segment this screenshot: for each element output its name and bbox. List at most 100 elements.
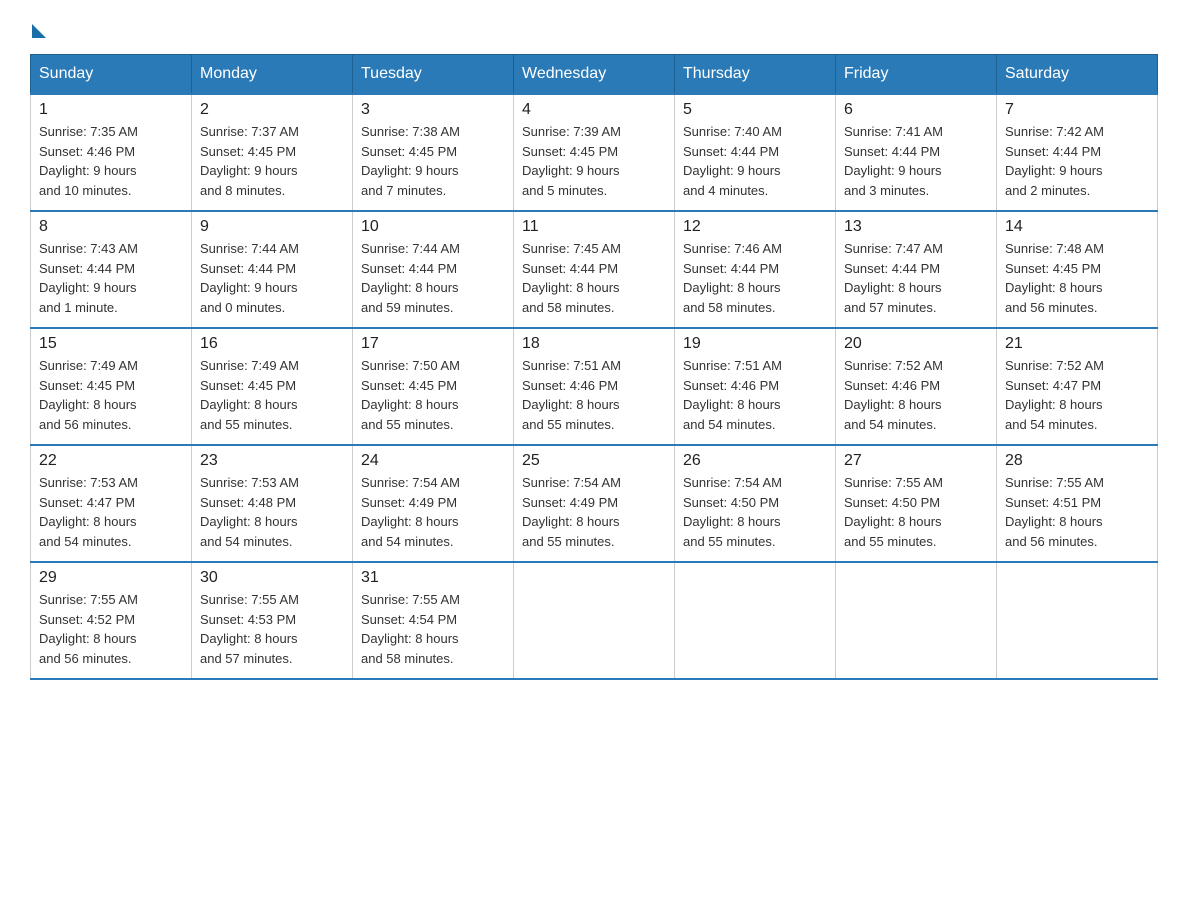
day-number: 17 <box>361 335 505 353</box>
day-info: Sunrise: 7:55 AMSunset: 4:54 PMDaylight:… <box>361 590 505 668</box>
calendar-cell: 17Sunrise: 7:50 AMSunset: 4:45 PMDayligh… <box>353 328 514 445</box>
day-info: Sunrise: 7:55 AMSunset: 4:51 PMDaylight:… <box>1005 473 1149 551</box>
day-info: Sunrise: 7:54 AMSunset: 4:49 PMDaylight:… <box>522 473 666 551</box>
day-number: 3 <box>361 101 505 119</box>
day-number: 22 <box>39 452 183 470</box>
day-number: 2 <box>200 101 344 119</box>
calendar-cell: 22 Sunrise: 7:53 AMSunset: 4:47 PMDayligh… <box>31 445 192 562</box>
day-number: 30 <box>200 569 344 587</box>
day-number: 6 <box>844 101 988 119</box>
day-info: Sunrise: 7:47 AMSunset: 4:44 PMDaylight:… <box>844 239 988 317</box>
day-info: Sunrise: 7:55 AMSunset: 4:53 PMDaylight:… <box>200 590 344 668</box>
calendar-cell: 11 Sunrise: 7:45 AMSunset: 4:44 PMDayligh… <box>514 211 675 328</box>
day-number: 29 <box>39 569 183 587</box>
day-info: Sunrise: 7:53 AMSunset: 4:47 PMDaylight:… <box>39 473 183 551</box>
day-number: 13 <box>844 218 988 236</box>
logo <box>30 20 46 34</box>
calendar-cell: 8 Sunrise: 7:43 AMSunset: 4:44 PMDaylight… <box>31 211 192 328</box>
day-number: 16 <box>200 335 344 353</box>
day-info: Sunrise: 7:38 AMSunset: 4:45 PMDaylight:… <box>361 122 505 200</box>
day-info: Sunrise: 7:48 AMSunset: 4:45 PMDaylight:… <box>1005 239 1149 317</box>
day-number: 14 <box>1005 218 1149 236</box>
calendar-cell: 31 Sunrise: 7:55 AMSunset: 4:54 PMDayligh… <box>353 562 514 679</box>
day-number: 28 <box>1005 452 1149 470</box>
calendar-cell: 6 Sunrise: 7:41 AMSunset: 4:44 PMDaylight… <box>836 94 997 211</box>
day-number: 18 <box>522 335 666 353</box>
day-info: Sunrise: 7:55 AMSunset: 4:52 PMDaylight:… <box>39 590 183 668</box>
day-info: Sunrise: 7:44 AMSunset: 4:44 PMDaylight:… <box>361 239 505 317</box>
day-number: 20 <box>844 335 988 353</box>
calendar-cell: 18Sunrise: 7:51 AMSunset: 4:46 PMDayligh… <box>514 328 675 445</box>
calendar-cell: 13 Sunrise: 7:47 AMSunset: 4:44 PMDayligh… <box>836 211 997 328</box>
day-info: Sunrise: 7:52 AMSunset: 4:47 PMDaylight:… <box>1005 356 1149 434</box>
day-number: 21 <box>1005 335 1149 353</box>
calendar-cell: 21 Sunrise: 7:52 AMSunset: 4:47 PMDayligh… <box>997 328 1158 445</box>
calendar-week-row: 22 Sunrise: 7:53 AMSunset: 4:47 PMDayligh… <box>31 445 1158 562</box>
calendar-cell: 3 Sunrise: 7:38 AMSunset: 4:45 PMDaylight… <box>353 94 514 211</box>
calendar-cell: 29 Sunrise: 7:55 AMSunset: 4:52 PMDayligh… <box>31 562 192 679</box>
day-number: 27 <box>844 452 988 470</box>
day-number: 9 <box>200 218 344 236</box>
day-info: Sunrise: 7:42 AMSunset: 4:44 PMDaylight:… <box>1005 122 1149 200</box>
day-number: 1 <box>39 101 183 119</box>
calendar-cell: 26Sunrise: 7:54 AMSunset: 4:50 PMDayligh… <box>675 445 836 562</box>
day-info: Sunrise: 7:37 AMSunset: 4:45 PMDaylight:… <box>200 122 344 200</box>
page-header <box>30 20 1158 34</box>
day-info: Sunrise: 7:54 AMSunset: 4:49 PMDaylight:… <box>361 473 505 551</box>
day-number: 24 <box>361 452 505 470</box>
day-number: 23 <box>200 452 344 470</box>
calendar-cell: 9Sunrise: 7:44 AMSunset: 4:44 PMDaylight… <box>192 211 353 328</box>
header-sunday: Sunday <box>31 55 192 95</box>
calendar-week-row: 8 Sunrise: 7:43 AMSunset: 4:44 PMDaylight… <box>31 211 1158 328</box>
calendar-week-row: 29 Sunrise: 7:55 AMSunset: 4:52 PMDayligh… <box>31 562 1158 679</box>
calendar-cell: 5Sunrise: 7:40 AMSunset: 4:44 PMDaylight… <box>675 94 836 211</box>
calendar-header-row: SundayMondayTuesdayWednesdayThursdayFrid… <box>31 55 1158 95</box>
header-friday: Friday <box>836 55 997 95</box>
day-info: Sunrise: 7:52 AMSunset: 4:46 PMDaylight:… <box>844 356 988 434</box>
calendar-cell: 27Sunrise: 7:55 AMSunset: 4:50 PMDayligh… <box>836 445 997 562</box>
calendar-cell <box>675 562 836 679</box>
logo-arrow-icon <box>32 24 46 38</box>
calendar-cell: 19 Sunrise: 7:51 AMSunset: 4:46 PMDayligh… <box>675 328 836 445</box>
calendar-cell: 24 Sunrise: 7:54 AMSunset: 4:49 PMDayligh… <box>353 445 514 562</box>
day-number: 11 <box>522 218 666 236</box>
day-number: 4 <box>522 101 666 119</box>
calendar-cell: 16 Sunrise: 7:49 AMSunset: 4:45 PMDayligh… <box>192 328 353 445</box>
day-info: Sunrise: 7:40 AMSunset: 4:44 PMDaylight:… <box>683 122 827 200</box>
calendar-cell: 25 Sunrise: 7:54 AMSunset: 4:49 PMDayligh… <box>514 445 675 562</box>
day-number: 8 <box>39 218 183 236</box>
calendar-week-row: 15Sunrise: 7:49 AMSunset: 4:45 PMDayligh… <box>31 328 1158 445</box>
calendar-cell <box>836 562 997 679</box>
calendar-cell <box>514 562 675 679</box>
day-info: Sunrise: 7:53 AMSunset: 4:48 PMDaylight:… <box>200 473 344 551</box>
day-number: 25 <box>522 452 666 470</box>
calendar-cell: 28 Sunrise: 7:55 AMSunset: 4:51 PMDayligh… <box>997 445 1158 562</box>
header-tuesday: Tuesday <box>353 55 514 95</box>
day-info: Sunrise: 7:51 AMSunset: 4:46 PMDaylight:… <box>683 356 827 434</box>
calendar-cell <box>997 562 1158 679</box>
calendar-cell: 14 Sunrise: 7:48 AMSunset: 4:45 PMDayligh… <box>997 211 1158 328</box>
header-saturday: Saturday <box>997 55 1158 95</box>
calendar-table: SundayMondayTuesdayWednesdayThursdayFrid… <box>30 54 1158 680</box>
calendar-cell: 23 Sunrise: 7:53 AMSunset: 4:48 PMDayligh… <box>192 445 353 562</box>
calendar-cell: 1 Sunrise: 7:35 AMSunset: 4:46 PMDaylight… <box>31 94 192 211</box>
day-info: Sunrise: 7:49 AMSunset: 4:45 PMDaylight:… <box>39 356 183 434</box>
day-info: Sunrise: 7:45 AMSunset: 4:44 PMDaylight:… <box>522 239 666 317</box>
day-info: Sunrise: 7:43 AMSunset: 4:44 PMDaylight:… <box>39 239 183 317</box>
day-info: Sunrise: 7:41 AMSunset: 4:44 PMDaylight:… <box>844 122 988 200</box>
day-info: Sunrise: 7:35 AMSunset: 4:46 PMDaylight:… <box>39 122 183 200</box>
day-info: Sunrise: 7:39 AMSunset: 4:45 PMDaylight:… <box>522 122 666 200</box>
day-info: Sunrise: 7:46 AMSunset: 4:44 PMDaylight:… <box>683 239 827 317</box>
calendar-cell: 10 Sunrise: 7:44 AMSunset: 4:44 PMDayligh… <box>353 211 514 328</box>
day-number: 19 <box>683 335 827 353</box>
day-number: 12 <box>683 218 827 236</box>
calendar-cell: 4 Sunrise: 7:39 AMSunset: 4:45 PMDaylight… <box>514 94 675 211</box>
header-wednesday: Wednesday <box>514 55 675 95</box>
day-info: Sunrise: 7:54 AMSunset: 4:50 PMDaylight:… <box>683 473 827 551</box>
day-number: 10 <box>361 218 505 236</box>
calendar-cell: 2 Sunrise: 7:37 AMSunset: 4:45 PMDaylight… <box>192 94 353 211</box>
day-number: 31 <box>361 569 505 587</box>
day-number: 7 <box>1005 101 1149 119</box>
day-info: Sunrise: 7:49 AMSunset: 4:45 PMDaylight:… <box>200 356 344 434</box>
calendar-cell: 30 Sunrise: 7:55 AMSunset: 4:53 PMDayligh… <box>192 562 353 679</box>
